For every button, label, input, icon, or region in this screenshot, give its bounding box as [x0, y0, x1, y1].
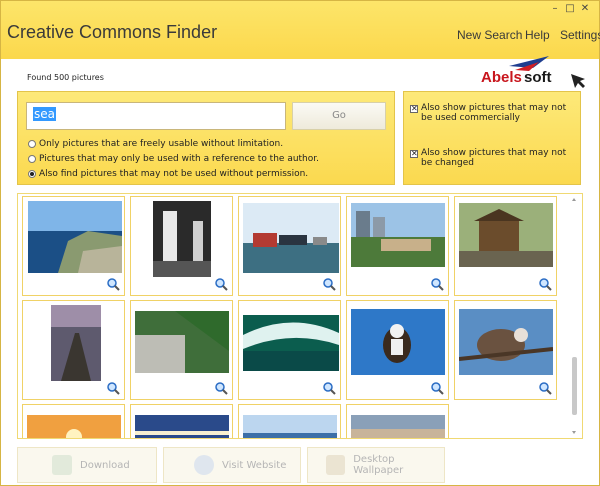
thumbnail-image: [243, 315, 339, 371]
gallery-tile[interactable]: [346, 300, 449, 400]
thumbnail-image: [51, 305, 101, 381]
gallery-tile[interactable]: [454, 196, 557, 296]
gallery-tile[interactable]: [22, 404, 125, 438]
gallery-tile[interactable]: [238, 300, 341, 400]
search-value: sea: [33, 107, 56, 121]
magnify-icon[interactable]: [538, 381, 552, 395]
gallery-tile[interactable]: [130, 196, 233, 296]
thumbnail-image: [459, 203, 553, 267]
checkbox-indicator: ✕: [410, 104, 418, 113]
new-search-link[interactable]: New Search: [457, 28, 522, 42]
radio-free-usable[interactable]: Only pictures that are freely usable wit…: [28, 139, 283, 149]
thumbnail-image: [351, 309, 445, 375]
thumbnail-image: [153, 201, 211, 277]
search-input[interactable]: sea: [26, 102, 286, 130]
app-window: Creative Commons Finder – □ ✕ New Search…: [0, 0, 600, 486]
desktop-wallpaper-button[interactable]: Desktop Wallpaper: [307, 447, 445, 483]
magnify-icon[interactable]: [214, 381, 228, 395]
thumbnail-image: [243, 415, 337, 438]
gallery-tile[interactable]: [130, 300, 233, 400]
thumbnail-image: [135, 311, 229, 373]
visit-website-button[interactable]: Visit Website: [163, 447, 301, 483]
title-bar: Creative Commons Finder – □ ✕ New Search…: [1, 1, 600, 59]
result-count: Found 500 pictures: [27, 73, 104, 82]
download-button[interactable]: Download: [17, 447, 157, 483]
magnify-icon[interactable]: [214, 277, 228, 291]
thumbnail-image: [351, 415, 445, 438]
magnify-icon[interactable]: [430, 277, 444, 291]
gallery-tile[interactable]: [238, 404, 341, 438]
svg-text:Abels: Abels: [481, 69, 522, 86]
abelssoft-logo: Abels soft: [481, 56, 585, 88]
close-button[interactable]: ✕: [578, 3, 592, 14]
download-icon: [52, 455, 72, 475]
radio-indicator: [28, 170, 36, 178]
app-title: Creative Commons Finder: [7, 22, 218, 42]
globe-icon: [194, 455, 214, 475]
gallery-tile[interactable]: [454, 300, 557, 400]
thumbnail-image: [243, 203, 339, 273]
image-gallery: [17, 193, 583, 439]
checkbox-indicator: ✕: [410, 149, 418, 158]
filter-options-panel: ✕ Also show pictures that may not be used…: [403, 91, 581, 185]
magnify-icon[interactable]: [106, 277, 120, 291]
gallery-tile[interactable]: [130, 404, 233, 438]
help-link[interactable]: Help: [525, 28, 550, 42]
go-button[interactable]: Go: [292, 102, 386, 130]
magnify-icon[interactable]: [322, 277, 336, 291]
thumbnail-image: [351, 203, 445, 267]
svg-text:soft: soft: [524, 69, 552, 86]
gallery-tile[interactable]: [22, 300, 125, 400]
gallery-tile[interactable]: [22, 196, 125, 296]
settings-link[interactable]: Settings: [560, 28, 600, 42]
magnify-icon[interactable]: [538, 277, 552, 291]
checkbox-noncommercial[interactable]: ✕ Also show pictures that may not be used…: [410, 103, 576, 123]
minimize-button[interactable]: –: [548, 3, 562, 14]
thumbnail-image: [135, 415, 229, 438]
wallpaper-icon: [326, 455, 346, 475]
scrollbar-thumb[interactable]: [572, 357, 577, 415]
magnify-icon[interactable]: [430, 381, 444, 395]
gallery-tile[interactable]: [238, 196, 341, 296]
radio-attribution[interactable]: Pictures that may only be used with a re…: [28, 154, 319, 164]
search-panel: sea Go Only pictures that are freely usa…: [17, 91, 395, 185]
gallery-tile[interactable]: [346, 404, 449, 438]
radio-indicator: [28, 155, 36, 163]
thumbnail-image: [459, 309, 553, 375]
thumbnail-image: [27, 415, 121, 438]
radio-all-permission[interactable]: Also find pictures that may not be used …: [28, 169, 308, 179]
radio-indicator: [28, 140, 36, 148]
thumbnail-image: [28, 201, 122, 273]
magnify-icon[interactable]: [106, 381, 120, 395]
checkbox-nochanges[interactable]: ✕ Also show pictures that may not be chan…: [410, 148, 576, 168]
maximize-button[interactable]: □: [563, 3, 577, 14]
gallery-tile[interactable]: [346, 196, 449, 296]
magnify-icon[interactable]: [322, 381, 336, 395]
